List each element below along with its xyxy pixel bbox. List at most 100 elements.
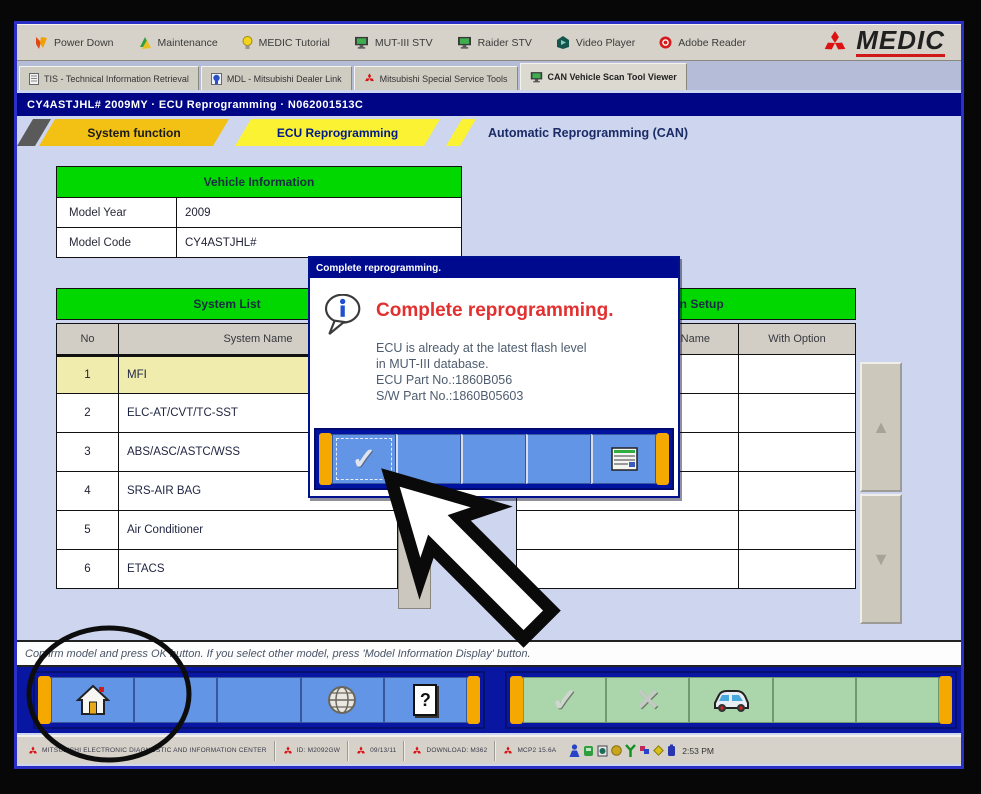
launcher-item-power-down[interactable]: Power Down — [27, 33, 126, 53]
scroll-down-button[interactable]: ▼ — [860, 494, 902, 624]
button-bar-cap-right — [467, 676, 480, 724]
dialog-detail-list-button[interactable] — [591, 434, 656, 484]
row-system-name: Air Conditioner — [119, 511, 397, 549]
dialog-sw-part-no: S/W Part No.:1860B05603 — [376, 388, 587, 404]
tray-diamond-icon[interactable] — [653, 745, 664, 756]
medic-logo: MEDIC — [822, 28, 951, 57]
launcher-item-mut3-stv[interactable]: MUT-III STV — [346, 33, 445, 52]
check-icon: ✓ — [351, 442, 376, 477]
tutorial-bulb-icon — [242, 36, 253, 50]
help-button[interactable]: ? — [384, 677, 467, 723]
taskbar-segment-title: MITSUBISHI ELECTRONIC DIAGNOSTIC AND INF… — [21, 741, 276, 761]
column-header-no: No — [57, 324, 119, 354]
can-viewer-monitor-icon — [530, 71, 543, 83]
tab-system-function[interactable]: System function — [39, 119, 229, 146]
action-button-bar: ✓ ✕ — [505, 671, 957, 729]
launcher-item-label: Video Player — [576, 37, 635, 49]
table-row — [516, 511, 856, 550]
navigation-button-bar: ? — [33, 671, 485, 729]
launcher-item-video-player[interactable]: Video Player — [548, 33, 647, 52]
tab-mdl[interactable]: MDL - Mitsubishi Dealer Link — [201, 66, 352, 90]
adobe-reader-icon — [659, 36, 672, 49]
launcher-item-medic-tutorial[interactable]: MEDIC Tutorial — [234, 33, 342, 53]
tab-special-service-tools[interactable]: Mitsubishi Special Service Tools — [354, 66, 518, 90]
tray-flag-icon[interactable] — [639, 745, 650, 757]
breadcrumb-slash — [446, 119, 476, 146]
tray-user-icon[interactable] — [569, 744, 580, 757]
help-icon: ? — [413, 684, 437, 716]
app-tab-bar: TIS - Technical Information Retrieval MD… — [17, 61, 961, 90]
row-no: 4 — [57, 472, 119, 510]
model-year-value: 2009 — [177, 198, 461, 227]
vehicle-info-table: Vehicle Information Model Year 2009 Mode… — [56, 166, 462, 258]
blank-button[interactable] — [217, 677, 300, 723]
taskbar-segment-download: DOWNLOAD: M362 — [405, 741, 496, 761]
dialog-title-bar: Complete reprogramming. — [310, 258, 678, 278]
table-row: Model Code CY4ASTJHL# — [56, 228, 462, 258]
breadcrumb: System function ECU Reprogramming Automa… — [17, 116, 961, 149]
taskbar-text: MCP2 15.6A — [517, 747, 556, 754]
dialog-body: Complete reprogramming. ECU is already a… — [310, 278, 678, 426]
blank-button[interactable] — [773, 677, 856, 723]
home-button[interactable] — [51, 677, 134, 723]
system-tray — [569, 744, 676, 757]
dialog-blank-button[interactable] — [526, 434, 591, 484]
tray-coin-icon[interactable] — [611, 745, 622, 756]
scroll-up-button[interactable]: ▲ — [860, 362, 902, 492]
list-scroll-controls: ▲ ▼ — [860, 362, 902, 626]
taskbar-clock: 2:53 PM — [682, 746, 714, 756]
mut3-monitor-icon — [354, 36, 369, 49]
session-title-bar: CY4ASTJHL# 2009MY · ECU Reprogramming · … — [17, 93, 961, 116]
taskbar-text: 09/13/11 — [370, 747, 396, 754]
mitsubishi-diamond-icon — [364, 73, 375, 84]
dialog-message-line: in MUT-III database. — [376, 356, 587, 372]
taskbar-text: MITSUBISHI ELECTRONIC DIAGNOSTIC AND INF… — [42, 747, 267, 754]
dialog-ecu-part-no: ECU Part No.:1860B056 — [376, 372, 587, 388]
mitsubishi-diamond-icon — [283, 746, 293, 756]
launcher-item-raider-stv[interactable]: Raider STV — [449, 33, 544, 52]
dialog-ok-button[interactable]: ✓ — [332, 434, 396, 484]
dialog-button-bar: ✓ — [314, 428, 674, 490]
tray-battery-icon[interactable] — [667, 744, 676, 757]
row-no: 1 — [57, 357, 119, 393]
row-no: 2 — [57, 394, 119, 432]
launcher-toolbar: Power Down Maintenance MEDIC Tutorial MU… — [17, 24, 961, 61]
tab-label: Mitsubishi Special Service Tools — [380, 74, 508, 84]
launcher-item-label: Raider STV — [478, 37, 532, 49]
blank-button[interactable] — [856, 677, 939, 723]
launcher-item-label: Adobe Reader — [678, 37, 746, 49]
scroll-down-icon: ▼ — [872, 549, 890, 570]
dialog-heading: Complete reprogramming. — [376, 300, 614, 322]
model-code-label: Model Code — [57, 228, 177, 257]
tab-can-scan-tool-viewer[interactable]: CAN Vehicle Scan Tool Viewer — [520, 63, 687, 90]
mitsubishi-diamond-icon — [503, 746, 513, 756]
taskbar-segment-mcp: MCP2 15.6A — [496, 741, 563, 761]
info-balloon-icon — [324, 294, 364, 338]
cancel-button[interactable]: ✕ — [606, 677, 689, 723]
launcher-item-adobe-reader[interactable]: Adobe Reader — [651, 33, 758, 52]
tray-flask-icon[interactable] — [597, 745, 608, 757]
tray-antenna-icon[interactable] — [625, 744, 636, 757]
dialog-blank-button[interactable] — [396, 434, 461, 484]
tab-ecu-reprogramming[interactable]: ECU Reprogramming — [235, 119, 440, 146]
home-icon — [76, 684, 110, 716]
session-title-text: CY4ASTJHL# 2009MY · ECU Reprogramming · … — [27, 99, 363, 111]
table-row-aircon[interactable]: 5 Air Conditioner — [56, 511, 398, 550]
blank-button[interactable] — [134, 677, 217, 723]
check-icon: ✓ — [551, 681, 578, 719]
launcher-item-label: MUT-III STV — [375, 37, 433, 49]
video-player-icon — [556, 36, 570, 49]
screenshot-frame: Power Down Maintenance MEDIC Tutorial MU… — [0, 0, 981, 794]
taskbar-segment-date: 09/13/11 — [349, 741, 405, 761]
button-bar-cap-left — [38, 676, 51, 724]
special-function-button[interactable] — [301, 677, 384, 723]
dialog-blank-button[interactable] — [461, 434, 526, 484]
launcher-item-maintenance[interactable]: Maintenance — [130, 33, 230, 52]
ok-button[interactable]: ✓ — [523, 677, 606, 723]
tab-tis[interactable]: TIS - Technical Information Retrieval — [19, 66, 199, 90]
mitsubishi-diamond-icon — [356, 746, 366, 756]
tray-green-icon[interactable] — [583, 745, 594, 757]
vehicle-button[interactable] — [689, 677, 772, 723]
button-bar-cap-left — [319, 433, 332, 485]
table-row-etacs[interactable]: 6 ETACS — [56, 550, 398, 589]
